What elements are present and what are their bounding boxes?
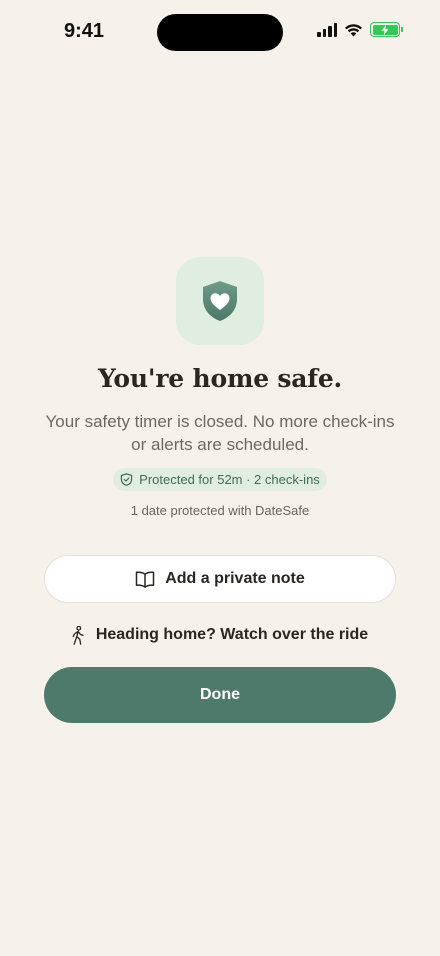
protected-status-badge: Protected for 52m · 2 check-ins [113, 468, 327, 491]
watch-ride-label: Heading home? Watch over the ride [95, 626, 369, 643]
status-icons [317, 22, 403, 37]
date-count-text: 1 date protected with DateSafe [130, 503, 310, 518]
status-time: 9:41 [64, 20, 105, 42]
add-private-note-button[interactable]: Add a private note [44, 555, 396, 603]
battery-charging-icon [370, 22, 403, 37]
hero-icon-tile [176, 257, 264, 345]
dynamic-island [157, 14, 283, 51]
protected-status-text: Protected for 52m · 2 check-ins [139, 472, 320, 487]
shield-check-icon [120, 473, 133, 486]
book-open-icon [135, 570, 155, 588]
wifi-icon [345, 23, 362, 36]
add-private-note-label: Add a private note [165, 570, 305, 587]
shield-heart-icon [203, 281, 237, 321]
walking-person-icon [72, 625, 84, 645]
status-bar: 9:41 [0, 0, 440, 60]
page-subtitle: Your safety timer is closed. No more che… [45, 412, 395, 454]
done-button[interactable]: Done [44, 667, 396, 723]
cellular-signal-icon [317, 22, 337, 37]
page-title: You're home safe. [97, 364, 343, 393]
watch-ride-link[interactable]: Heading home? Watch over the ride [44, 622, 396, 648]
